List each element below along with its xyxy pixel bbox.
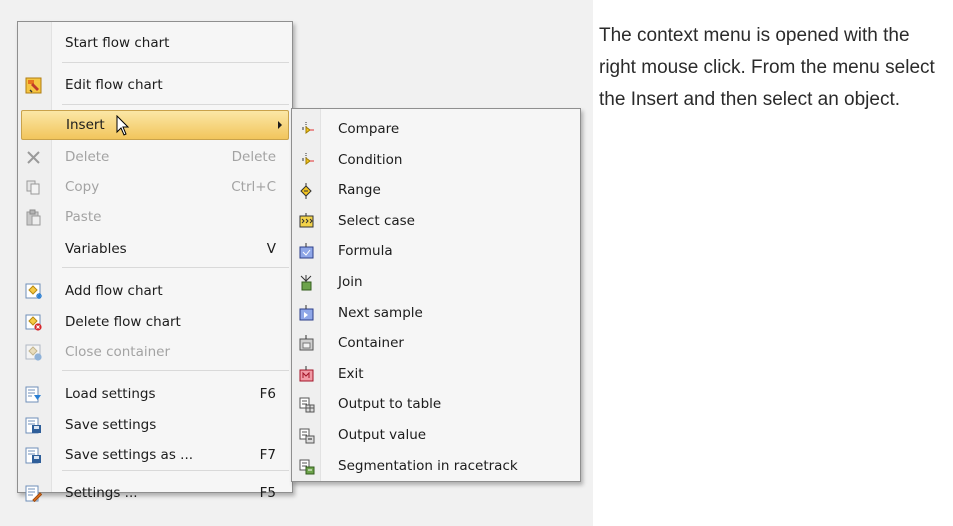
load-settings-icon [25, 386, 42, 403]
submenu-item-container[interactable]: Container [292, 328, 580, 358]
submenu-arrow-icon [278, 121, 282, 129]
menu-item-label: Start flow chart [65, 35, 170, 51]
menu-item-label: Save settings as ... [65, 447, 194, 463]
submenu-item-label: Condition [338, 151, 403, 168]
join-icon [298, 274, 315, 291]
context-menu: Start flow chart Edit flow chart Insert [17, 21, 293, 503]
menu-item-shortcut: F6 [259, 386, 276, 402]
menu-item-label: Paste [65, 209, 102, 225]
menu-item-label: Insert [66, 117, 105, 133]
menu-item-delete[interactable]: Delete Delete [18, 142, 292, 172]
description-text: The context menu is opened with the righ… [599, 25, 935, 110]
submenu-item-segmentation-in-racetrack[interactable]: Segmentation in racetrack [292, 451, 580, 481]
menu-item-label: Load settings [65, 386, 156, 402]
edit-flow-chart-icon [25, 77, 42, 94]
submenu-item-label: Exit [338, 365, 364, 382]
submenu-item-label: Output value [338, 427, 427, 443]
menu-item-shortcut: Delete [231, 149, 276, 165]
insert-submenu: Compare Condition Range Select case Formula J… [291, 108, 581, 482]
menu-item-delete-flow-chart[interactable]: Delete flow chart [18, 307, 292, 337]
menu-item-close-container[interactable]: Close container [18, 337, 292, 367]
menu-item-label: Delete flow chart [65, 314, 181, 330]
menu-item-insert[interactable]: Insert [21, 110, 289, 140]
close-container-icon [25, 344, 42, 361]
menu-item-label: Variables [65, 241, 127, 257]
menu-separator [62, 62, 289, 63]
menu-item-label: Delete [65, 149, 110, 165]
submenu-item-exit[interactable]: Exit [292, 359, 580, 389]
output-to-table-icon [298, 396, 315, 413]
save-settings-as-icon [25, 447, 42, 464]
submenu-item-compare[interactable]: Compare [292, 114, 580, 144]
submenu-item-select-case[interactable]: Select case [292, 206, 580, 236]
menu-item-label: Copy [65, 179, 100, 195]
menu-item-settings[interactable]: Settings ... F5 [18, 478, 292, 508]
menu-item-copy[interactable]: Copy Ctrl+C [18, 172, 292, 202]
menu-separator [62, 267, 289, 268]
submenu-item-formula[interactable]: Formula [292, 236, 580, 266]
submenu-item-range[interactable]: Range [292, 175, 580, 205]
menu-item-shortcut: V [266, 241, 276, 257]
submenu-item-output-value[interactable]: Output value [292, 420, 580, 450]
submenu-item-next-sample[interactable]: Next sample [292, 298, 580, 328]
menu-item-load-settings[interactable]: Load settings F6 [18, 379, 292, 409]
menu-item-label: Save settings [65, 417, 157, 433]
segmentation-icon [298, 458, 315, 475]
menu-item-label: Add flow chart [65, 283, 163, 299]
submenu-item-output-to-table[interactable]: Output to table [292, 389, 580, 419]
submenu-item-label: Join [338, 274, 363, 290]
settings-icon [25, 485, 43, 503]
add-flow-chart-icon [25, 283, 42, 300]
menu-item-shortcut: F7 [259, 447, 276, 463]
container-icon [298, 335, 315, 352]
submenu-item-join[interactable]: Join [292, 267, 580, 297]
submenu-item-label: Formula [338, 243, 393, 260]
exit-icon [298, 365, 315, 383]
submenu-item-label: Compare [338, 121, 400, 137]
paste-icon [25, 209, 42, 226]
menu-separator [62, 470, 289, 471]
delete-flow-chart-icon [25, 314, 42, 331]
submenu-item-label: Range [338, 182, 381, 199]
menu-item-save-settings-as[interactable]: Save settings as ... F7 [18, 440, 292, 470]
formula-icon [298, 243, 315, 260]
menu-separator [62, 370, 289, 371]
select-case-icon [298, 212, 315, 230]
menu-item-edit-flow-chart[interactable]: Edit flow chart [18, 70, 292, 100]
menu-item-save-settings[interactable]: Save settings [18, 410, 292, 440]
menu-item-variables[interactable]: Variables V [18, 234, 292, 264]
submenu-item-label: Container [338, 335, 404, 352]
submenu-item-condition[interactable]: Condition [292, 145, 580, 175]
menu-item-label: Close container [65, 344, 171, 360]
save-settings-icon [25, 417, 42, 434]
mouse-pointer-icon [116, 114, 130, 137]
submenu-item-label: Select case [338, 212, 415, 229]
menu-item-start-flow-chart[interactable]: Start flow chart [18, 28, 292, 58]
copy-icon [25, 179, 42, 196]
menu-item-paste[interactable]: Paste [18, 202, 292, 232]
menu-item-shortcut: Ctrl+C [231, 179, 276, 195]
compare-icon [298, 121, 315, 138]
menu-separator [62, 104, 289, 105]
menu-item-add-flow-chart[interactable]: Add flow chart [18, 276, 292, 306]
output-value-icon [298, 427, 315, 444]
condition-icon [298, 152, 315, 169]
menu-item-shortcut: F5 [259, 485, 276, 501]
delete-icon [25, 149, 42, 166]
next-sample-icon [298, 304, 315, 322]
submenu-item-label: Output to table [338, 396, 442, 413]
submenu-item-label: Segmentation in racetrack [338, 457, 518, 474]
range-icon [298, 182, 315, 200]
menu-item-label: Edit flow chart [65, 77, 163, 93]
submenu-item-label: Next sample [338, 304, 423, 321]
menu-item-label: Settings ... [65, 485, 138, 501]
